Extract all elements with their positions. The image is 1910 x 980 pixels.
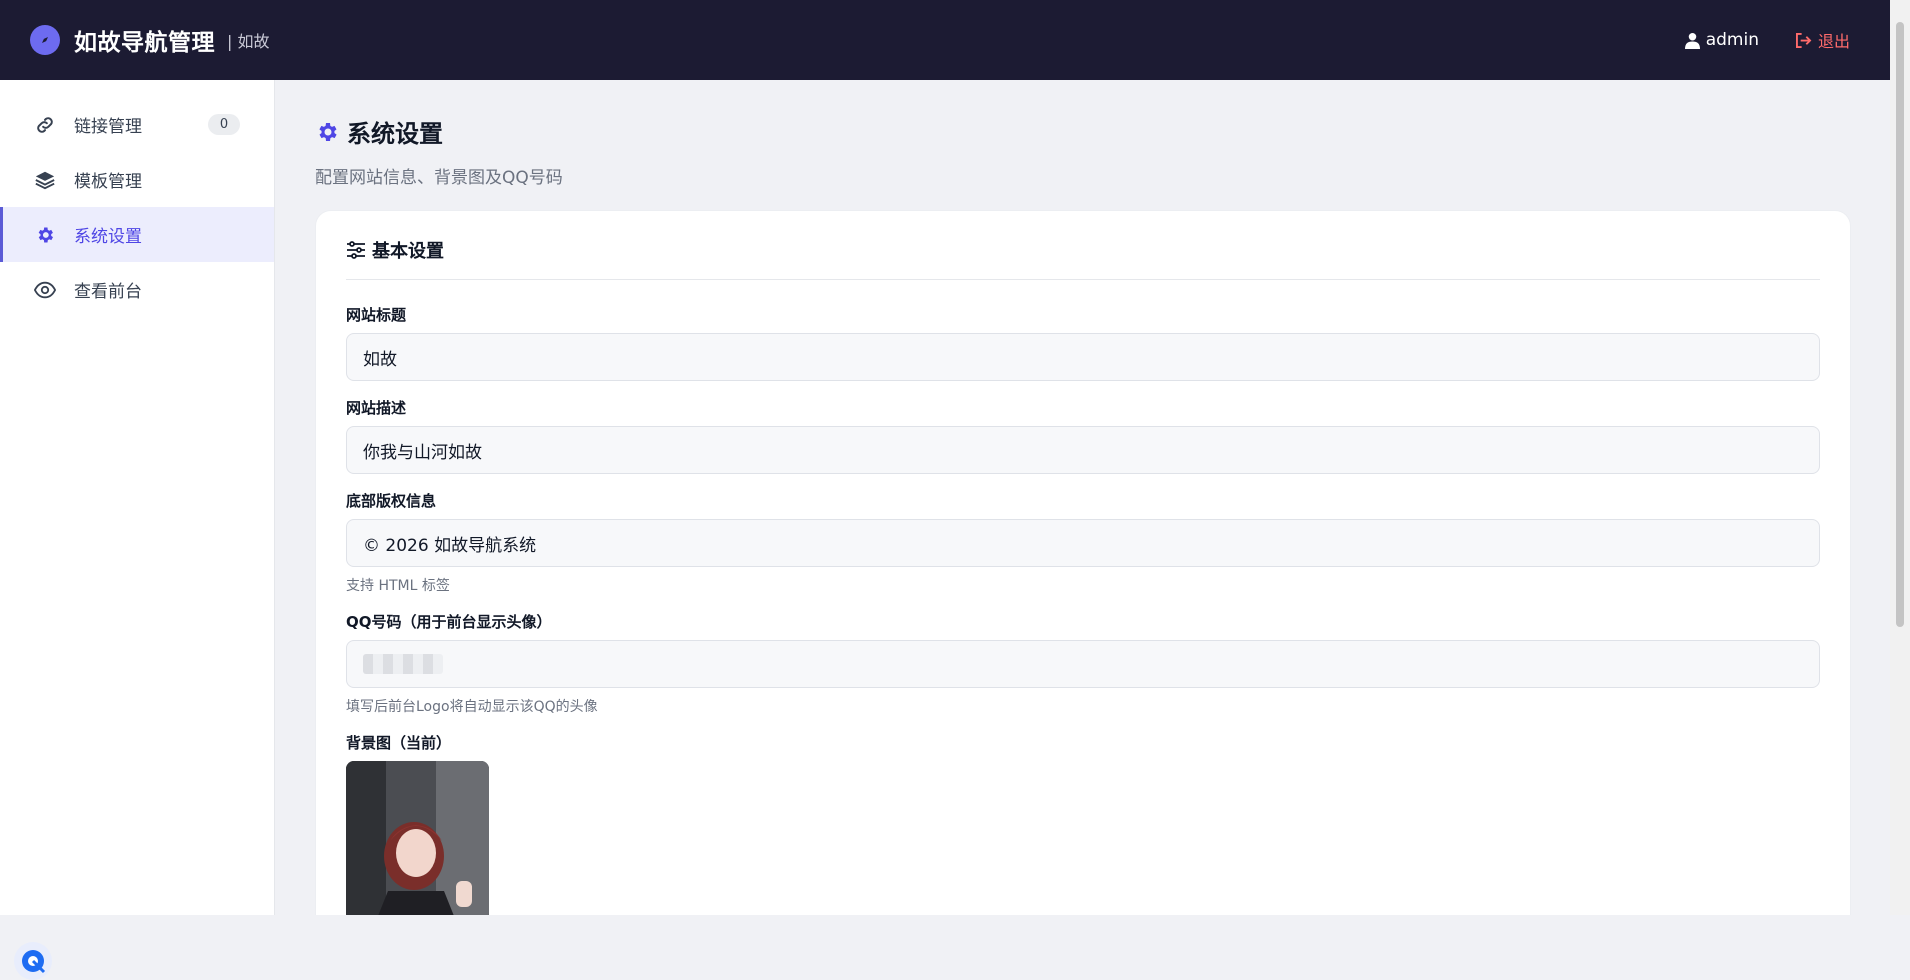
copyright-input[interactable]: © 2026 如故导航系统 [346, 519, 1820, 567]
user-menu[interactable]: admin [1684, 30, 1759, 50]
app-subtitle: | 如故 [227, 32, 270, 51]
card-title: 基本设置 [346, 237, 1820, 280]
background-label: 背景图（当前） [346, 734, 452, 752]
background-field: 背景图（当前） [346, 732, 1820, 915]
site-title-field: 网站标题 如故 [346, 304, 1820, 381]
site-desc-label: 网站描述 [346, 399, 407, 417]
sidebar-item-view-frontend[interactable]: 查看前台 [0, 262, 274, 317]
link-icon [34, 114, 56, 136]
gear-icon [34, 224, 56, 246]
username: admin [1705, 30, 1759, 50]
sliders-icon [347, 241, 365, 259]
sidebar-item-templates[interactable]: 模板管理 [0, 152, 274, 207]
copyright-label: 底部版权信息 [346, 492, 437, 510]
gear-icon [319, 122, 337, 141]
app-title: 如故导航管理 [74, 30, 215, 56]
sidebar-item-label: 查看前台 [74, 282, 142, 302]
copyright-value: © 2026 如故导航系统 [363, 535, 537, 556]
settings-card: 基本设置 网站标题 如故 网站描述 你我与山河如故 底部版权信息 © 2026 … [315, 210, 1851, 915]
page-scrollbar[interactable] [1890, 0, 1910, 915]
top-bar: 如故导航管理 | 如故 admin 退出 [0, 0, 1890, 80]
site-desc-value: 你我与山河如故 [363, 442, 482, 463]
qq-hint: 填写后前台Logo将自动显示该QQ的头像 [346, 699, 598, 715]
site-title-value: 如故 [363, 349, 397, 370]
help-chat-button[interactable] [14, 942, 52, 980]
logout-icon [1795, 32, 1812, 48]
main-content: 系统设置 配置网站信息、背景图及QQ号码 基本设置 网站标题 如故 网站描述 你… [275, 80, 1890, 915]
sidebar: 链接管理 0 模板管理 系统设置 查看前台 [0, 80, 275, 980]
background-image-preview[interactable] [346, 761, 489, 915]
anime-character-image [346, 761, 489, 915]
layers-icon [34, 169, 56, 191]
card-title-text: 基本设置 [372, 241, 444, 262]
copyright-field: 底部版权信息 © 2026 如故导航系统 支持 HTML 标签 [346, 490, 1820, 595]
sidebar-item-label: 系统设置 [74, 227, 142, 247]
scrollbar-thumb[interactable] [1896, 22, 1904, 627]
sidebar-item-label: 链接管理 [74, 117, 142, 137]
logout-button[interactable]: 退出 [1795, 28, 1850, 52]
chat-icon [22, 950, 46, 974]
sidebar-item-links[interactable]: 链接管理 0 [0, 97, 274, 152]
page-title-text: 系统设置 [347, 120, 443, 148]
site-title-input[interactable]: 如故 [346, 333, 1820, 381]
eye-icon [34, 279, 56, 301]
user-icon [1684, 32, 1700, 49]
qq-field: QQ号码（用于前台显示头像） 填写后前台Logo将自动显示该QQ的头像 [346, 611, 1820, 716]
site-desc-field: 网站描述 你我与山河如故 [346, 397, 1820, 474]
sidebar-item-label: 模板管理 [74, 172, 142, 192]
copyright-hint: 支持 HTML 标签 [346, 578, 450, 594]
logout-label: 退出 [1817, 32, 1850, 51]
site-title-label: 网站标题 [346, 306, 407, 324]
page-description: 配置网站信息、背景图及QQ号码 [315, 168, 563, 188]
link-count-badge: 0 [208, 114, 240, 135]
qq-input[interactable] [346, 640, 1820, 688]
redacted-qq-value [363, 654, 443, 674]
page-title: 系统设置 [315, 114, 563, 149]
qq-label: QQ号码（用于前台显示头像） [346, 613, 552, 631]
brand[interactable]: 如故导航管理 | 如故 [30, 23, 269, 57]
compass-icon [30, 25, 60, 55]
sidebar-item-settings[interactable]: 系统设置 [0, 207, 274, 262]
site-desc-input[interactable]: 你我与山河如故 [346, 426, 1820, 474]
